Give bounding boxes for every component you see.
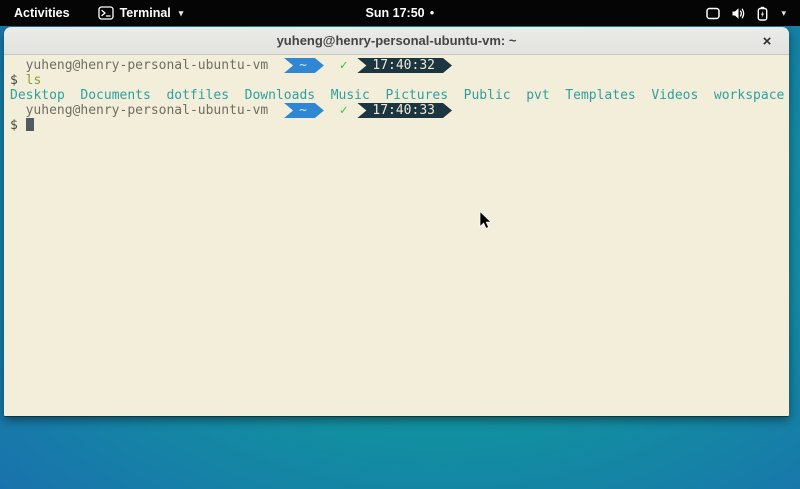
dir-entry: Pictures (385, 88, 448, 103)
dir-entry: Downloads (245, 88, 315, 103)
clock-button[interactable]: Sun 17:50 ● (366, 6, 435, 20)
tray-chevron-down-icon: ▾ (781, 9, 786, 18)
notification-dot-icon: ● (430, 9, 435, 17)
input-line: $ (10, 118, 789, 133)
battery-charging-icon (757, 6, 768, 21)
prompt-status-check-icon: ✓ (340, 58, 348, 73)
prompt-line-1: yuheng@henry-personal-ubuntu-vm ~ ✓ 17:4… (10, 58, 789, 73)
prompt-dollar: $ (10, 73, 18, 88)
window-title: yuheng@henry-personal-ubuntu-vm: ~ (277, 33, 517, 48)
dir-entry: Music (331, 88, 370, 103)
close-icon: × (763, 33, 772, 50)
dir-entry: dotfiles (166, 88, 229, 103)
app-menu-label: Terminal (120, 6, 171, 20)
clock-label: Sun 17:50 (366, 6, 425, 20)
terminal-cursor (26, 118, 34, 131)
top-bar: Activities Terminal ▾ Sun 17:50 ● (0, 0, 800, 26)
mouse-cursor (479, 211, 492, 230)
volume-icon (731, 7, 746, 20)
ls-output: Desktop Documents dotfiles Downloads Music Pi… (10, 88, 789, 103)
terminal-icon (98, 6, 114, 20)
dir-entry: pvt (526, 88, 549, 103)
close-button[interactable]: × (753, 27, 781, 55)
command-line: $ ls (10, 73, 789, 88)
prompt-status-check-icon: ✓ (340, 103, 348, 118)
terminal-window: yuheng@henry-personal-ubuntu-vm: ~ × yuh… (4, 27, 789, 417)
terminal-screen[interactable]: yuheng@henry-personal-ubuntu-vm ~ ✓ 17:4… (4, 55, 789, 416)
chevron-down-icon: ▾ (179, 9, 184, 18)
dir-entry: Documents (80, 88, 150, 103)
prompt-time-segment: 17:40:33 (357, 103, 452, 118)
activities-button[interactable]: Activities (0, 0, 84, 26)
typed-command: ls (26, 73, 42, 88)
dir-entry: Public (464, 88, 511, 103)
prompt-path-segment: ~ (284, 103, 324, 118)
prompt-user-host: yuheng@henry-personal-ubuntu-vm (26, 103, 269, 118)
activities-label: Activities (14, 6, 70, 20)
dir-entry: Videos (651, 88, 698, 103)
window-titlebar[interactable]: yuheng@henry-personal-ubuntu-vm: ~ × (4, 27, 789, 55)
prompt-time-segment: 17:40:32 (357, 58, 452, 73)
prompt-path-segment: ~ (284, 58, 324, 73)
dir-entry: workspace (714, 88, 784, 103)
dir-entry: Templates (565, 88, 635, 103)
dir-entry: Desktop (10, 88, 65, 103)
prompt-user-host: yuheng@henry-personal-ubuntu-vm (26, 58, 269, 73)
screen-icon (706, 7, 720, 20)
prompt-dollar: $ (10, 118, 18, 133)
prompt-line-2: yuheng@henry-personal-ubuntu-vm ~ ✓ 17:4… (10, 103, 789, 118)
app-menu-terminal[interactable]: Terminal ▾ (98, 0, 184, 26)
system-tray-menu[interactable]: ▾ (700, 0, 792, 26)
